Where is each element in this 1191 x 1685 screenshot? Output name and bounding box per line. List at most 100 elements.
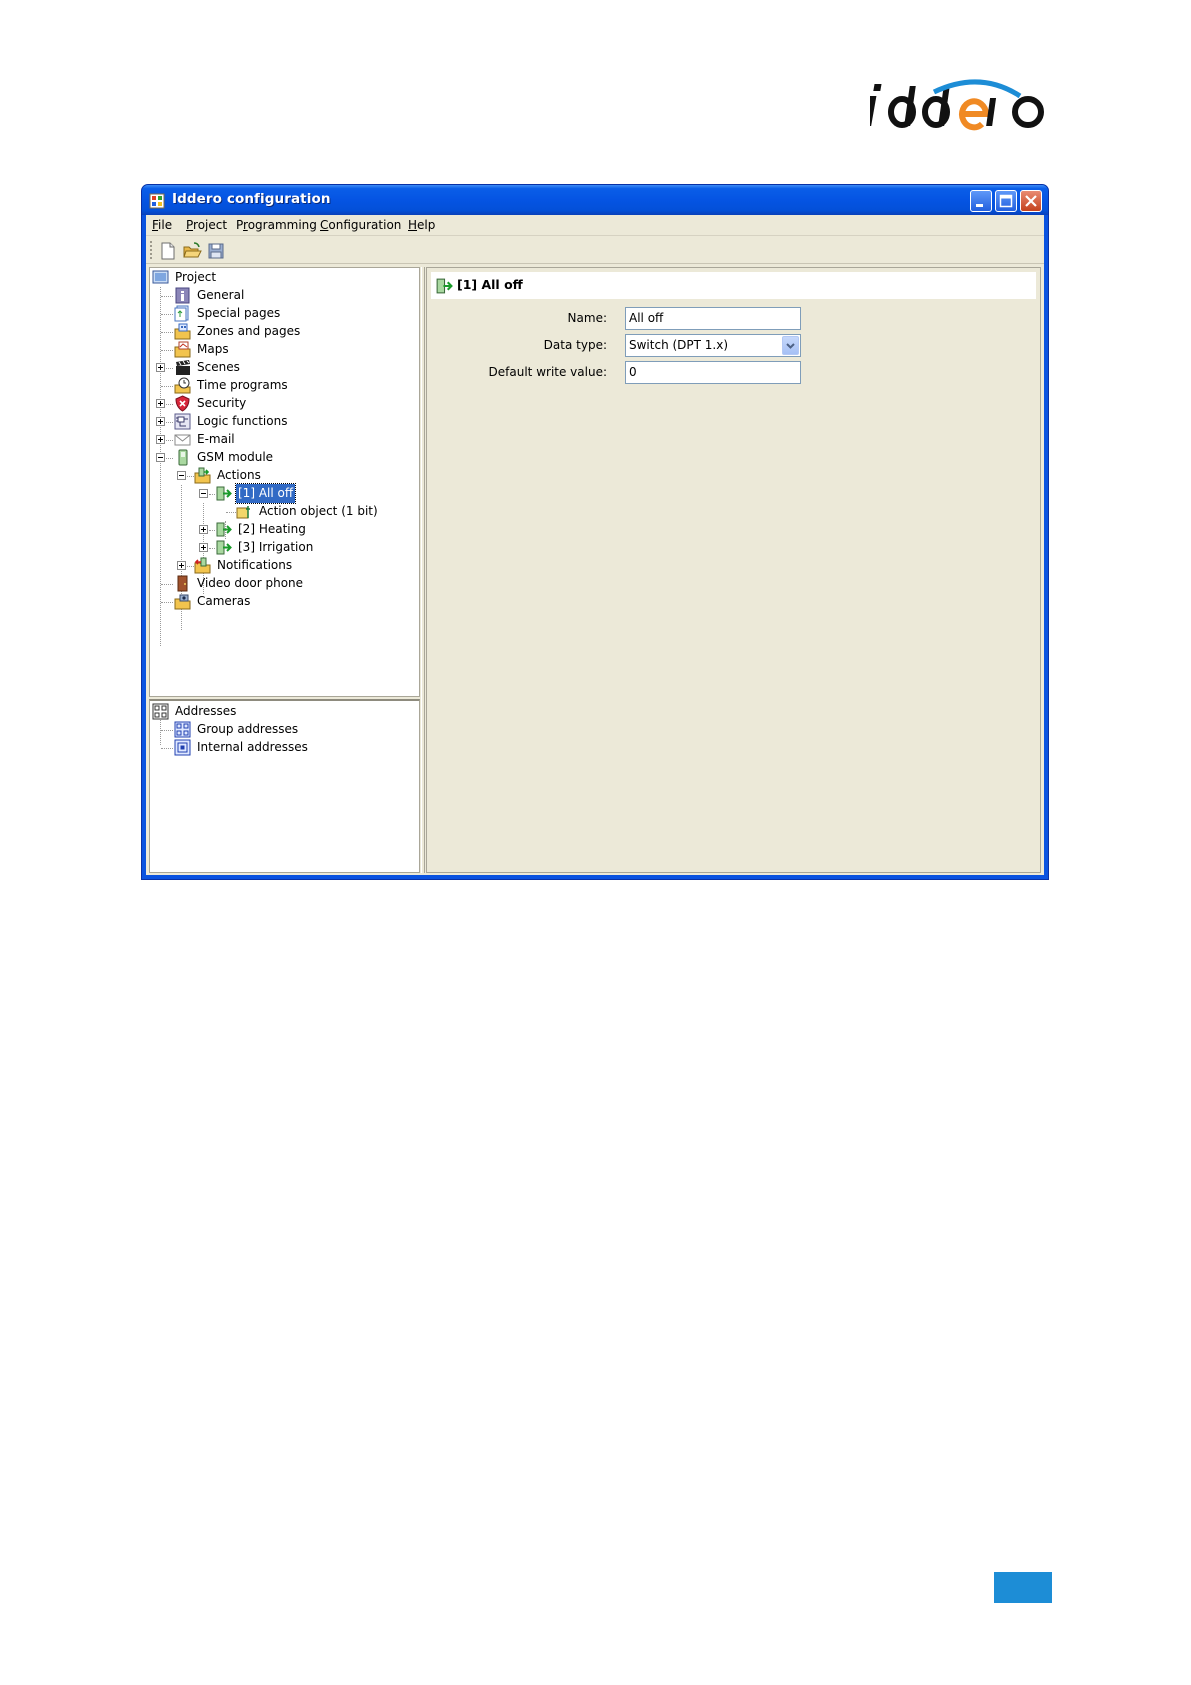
close-icon — [1025, 195, 1037, 207]
tree-line — [161, 296, 173, 297]
collapse-gsm-module-toggle[interactable] — [156, 453, 165, 462]
page-tab-marker — [994, 1572, 1052, 1603]
menu-configuration[interactable]: Configuration — [320, 218, 401, 232]
tree-item-label: Video door phone — [197, 576, 304, 590]
open-button[interactable] — [182, 241, 202, 261]
project-tree[interactable]: Project General Special pages Zones and … — [149, 267, 420, 697]
action-icon — [215, 539, 232, 556]
tree-line — [166, 458, 173, 459]
zones-folder-icon — [174, 323, 191, 340]
addresses-tree[interactable]: Addresses Group addresses Internal addre… — [149, 699, 420, 873]
minimize-button[interactable] — [970, 190, 992, 212]
data-type-value: Switch (DPT 1.x) — [629, 338, 729, 352]
tree-item-label: Addresses — [175, 704, 237, 718]
detail-panel: [1] All off Name: All off Data type: Swi… — [426, 267, 1041, 873]
phone-icon — [174, 449, 191, 466]
tree-line — [161, 332, 173, 333]
expand-logic-functions-toggle[interactable] — [156, 417, 165, 426]
shield-icon — [174, 395, 191, 412]
clapperboard-icon — [174, 359, 191, 376]
minimize-icon — [976, 204, 983, 207]
action-icon — [215, 521, 232, 538]
save-button[interactable] — [206, 241, 226, 261]
maximize-button[interactable] — [995, 190, 1017, 212]
menu-help[interactable]: Help — [408, 218, 435, 232]
iddero-logo — [870, 70, 1050, 140]
detail-header: [1] All off — [431, 272, 1036, 299]
menu-help-access-key: H — [408, 218, 418, 232]
expand-action-2-toggle[interactable] — [199, 525, 208, 534]
toolbar — [146, 237, 1044, 264]
collapse-action-1-toggle[interactable] — [199, 489, 208, 498]
chevron-down-icon — [786, 343, 795, 349]
tree-item-label: Internal addresses — [197, 740, 308, 754]
close-button[interactable] — [1020, 190, 1042, 212]
menu-help-rest: elp — [417, 218, 436, 232]
info-icon — [174, 287, 191, 304]
tree-item-label-selected: [1] All off — [234, 483, 297, 504]
expand-action-3-toggle[interactable] — [199, 543, 208, 552]
title-bar[interactable]: Iddero configuration — [142, 185, 1048, 215]
collapse-actions-toggle[interactable] — [177, 471, 186, 480]
tree-line — [161, 730, 173, 731]
clock-folder-icon — [174, 377, 191, 394]
menu-bar: File Project Programming Configuration H… — [146, 215, 1044, 236]
tree-item-label: Cameras — [197, 594, 251, 608]
data-type-select[interactable]: Switch (DPT 1.x) — [625, 334, 801, 357]
tree-line — [166, 368, 173, 369]
tree-line — [161, 748, 173, 749]
new-button[interactable] — [158, 241, 178, 261]
menu-programming-rest: ogramming — [247, 218, 317, 232]
internal-addresses-icon — [174, 739, 191, 756]
tree-item-label: Actions — [217, 468, 261, 482]
tree-item-label: General — [197, 288, 245, 302]
name-field[interactable]: All off — [625, 307, 801, 330]
tree-line — [187, 566, 194, 567]
pane-splitter[interactable] — [421, 267, 425, 873]
menu-configuration-rest: onfiguration — [328, 218, 402, 232]
menu-programming[interactable]: Programming — [236, 218, 317, 232]
tree-item-label: Special pages — [197, 306, 281, 320]
tree-line — [187, 476, 194, 477]
tree-line — [161, 314, 173, 315]
expand-security-toggle[interactable] — [156, 399, 165, 408]
maps-folder-icon — [174, 341, 191, 358]
default-write-value-label: Default write value: — [488, 365, 607, 379]
tree-line — [161, 386, 173, 387]
notifications-folder-icon — [194, 557, 211, 574]
tree-item-label: Action object (1 bit) — [259, 504, 378, 518]
save-disk-icon — [208, 243, 224, 259]
open-folder-icon — [183, 242, 202, 258]
dropdown-button[interactable] — [782, 336, 799, 355]
expand-email-toggle[interactable] — [156, 435, 165, 444]
app-window: Iddero configuration File Project Progra… — [141, 184, 1049, 880]
tree-item-label: E-mail — [197, 432, 235, 446]
expand-notifications-toggle[interactable] — [177, 561, 186, 570]
envelope-icon — [174, 431, 191, 448]
tree-line — [226, 512, 236, 513]
tree-item-label: Maps — [197, 342, 229, 356]
camera-folder-icon — [174, 593, 191, 610]
name-label: Name: — [567, 311, 607, 325]
tree-item-label: Notifications — [217, 558, 293, 572]
menu-project[interactable]: Project — [186, 218, 227, 232]
tree-line — [161, 602, 173, 603]
window-title: Iddero configuration — [172, 191, 331, 207]
tree-item-label: Logic functions — [197, 414, 288, 428]
window-client-area: File Project Programming Configuration H… — [146, 215, 1044, 875]
tree-item-label: Project — [175, 270, 217, 284]
tree-item-label: Scenes — [197, 360, 240, 374]
tree-line — [161, 350, 173, 351]
object-icon — [236, 503, 253, 520]
toolbar-grip[interactable] — [150, 241, 152, 261]
tree-item-label: Time programs — [197, 378, 288, 392]
menu-file[interactable]: File — [152, 218, 172, 232]
action-icon — [435, 277, 453, 295]
door-icon — [174, 575, 191, 592]
tree-item-label: Group addresses — [197, 722, 299, 736]
data-type-label: Data type: — [543, 338, 607, 352]
default-write-value-field[interactable]: 0 — [625, 361, 801, 384]
expand-scenes-toggle[interactable] — [156, 363, 165, 372]
tree-line — [161, 584, 173, 585]
group-addresses-icon — [174, 721, 191, 738]
